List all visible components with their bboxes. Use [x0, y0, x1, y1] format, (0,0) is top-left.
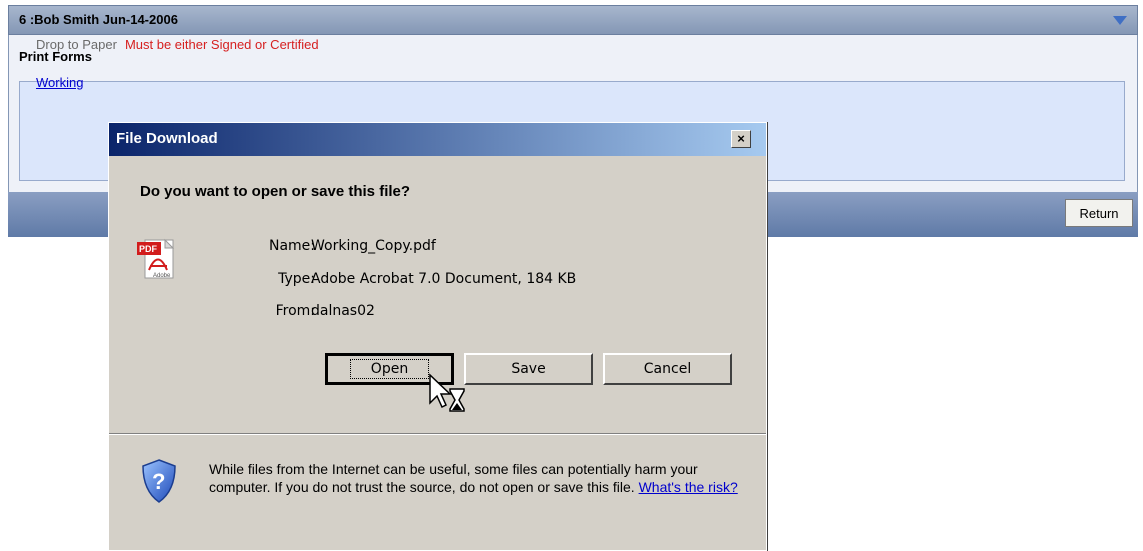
- busy-cursor-icon: [429, 373, 465, 412]
- dialog-separator: [109, 433, 766, 435]
- drop-to-paper-warning: Must be either Signed or Certified: [124, 37, 319, 52]
- file-download-dialog: File Download × Do you want to open or s…: [108, 122, 767, 551]
- collapse-arrow-icon[interactable]: [1113, 16, 1127, 25]
- pdf-icon: PDF Adobe: [137, 238, 175, 279]
- open-button-label: Open: [349, 359, 430, 379]
- drop-to-paper-row: Drop to Paper Must be either Signed or Ce…: [36, 37, 319, 52]
- cancel-button[interactable]: Cancel: [603, 353, 732, 385]
- record-header-title: 6 :Bob Smith Jun-14-2006: [19, 12, 178, 27]
- save-button[interactable]: Save: [464, 353, 593, 385]
- drop-to-paper-label: Drop to Paper: [36, 37, 117, 52]
- from-value: dalnas02: [311, 303, 375, 319]
- pdf-badge-text: PDF: [139, 244, 158, 254]
- return-button[interactable]: Return: [1065, 199, 1133, 227]
- name-label: Name:: [268, 238, 315, 254]
- type-label: Type:: [278, 271, 315, 287]
- working-copy-link[interactable]: Working: [36, 75, 83, 90]
- security-warning-text: While files from the Internet can be use…: [209, 461, 698, 495]
- record-header: 6 :Bob Smith Jun-14-2006: [8, 5, 1138, 35]
- name-value: Working_Copy.pdf: [311, 238, 436, 254]
- dialog-question: Do you want to open or save this file?: [140, 183, 411, 200]
- shield-question-icon: ?: [142, 459, 176, 503]
- dialog-title: File Download: [116, 130, 218, 147]
- svg-text:?: ?: [152, 469, 165, 494]
- from-label: From:: [275, 303, 315, 319]
- dialog-titlebar[interactable]: File Download ×: [109, 123, 766, 156]
- close-button[interactable]: ×: [731, 130, 751, 148]
- type-value: Adobe Acrobat 7.0 Document, 184 KB: [311, 271, 577, 287]
- pdf-brand-text: Adobe: [153, 273, 171, 279]
- security-warning: While files from the Internet can be use…: [209, 460, 749, 496]
- whats-the-risk-link[interactable]: What's the risk?: [639, 479, 738, 495]
